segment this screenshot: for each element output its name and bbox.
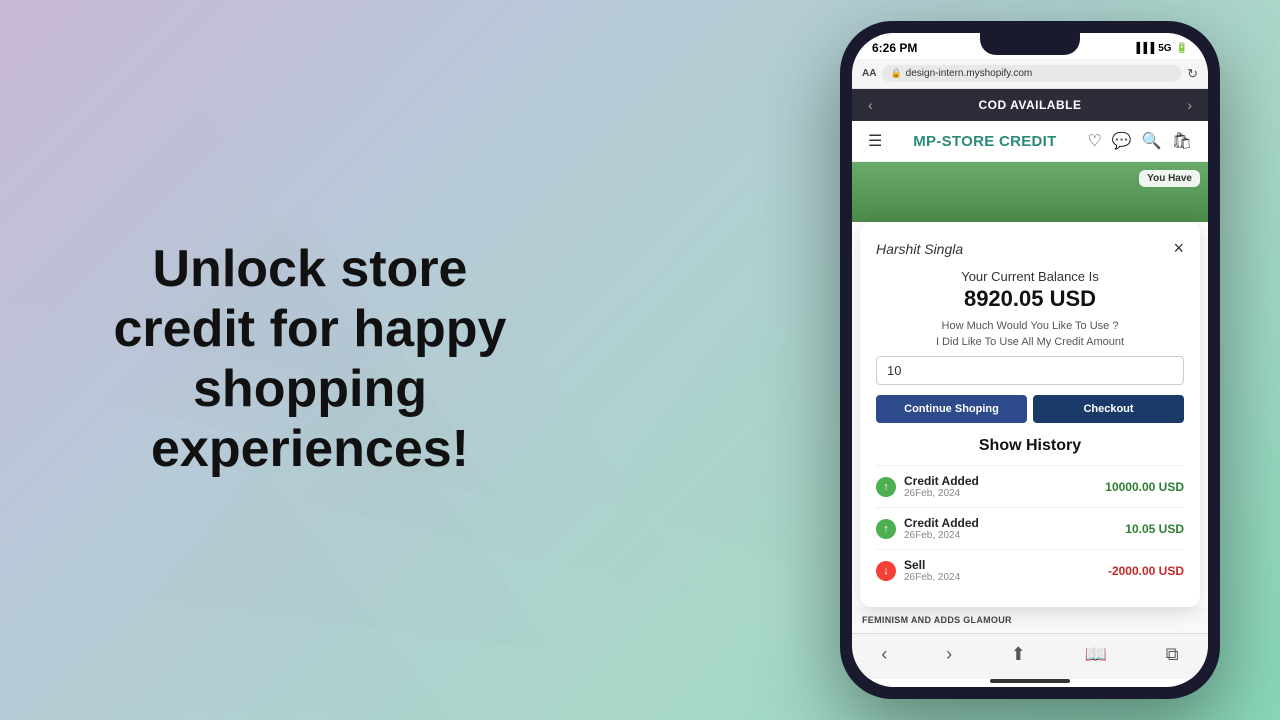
cart-icon[interactable]: 🛍 <box>1172 131 1192 151</box>
wishlist-icon[interactable]: ♡ <box>1088 131 1102 151</box>
history-item-info: Credit Added 26Feb, 2024 <box>904 474 979 499</box>
battery-icon: 🔋 <box>1176 43 1188 54</box>
modal-header: Harshit Singla × <box>876 238 1184 259</box>
hamburger-menu-icon[interactable]: ☰ <box>868 131 882 151</box>
history-item-left: ↑ Credit Added 26Feb, 2024 <box>876 474 979 499</box>
home-indicator <box>990 679 1070 683</box>
cod-right-arrow-icon[interactable]: › <box>1187 97 1192 113</box>
phone-screen: 6:26 PM ▐▐▐ 5G 🔋 AA 🔒 design-intern.mysh… <box>852 33 1208 687</box>
status-icons: ▐▐▐ 5G 🔋 <box>1133 43 1188 54</box>
history-item-label: Sell <box>904 558 960 572</box>
search-icon[interactable]: 🔍 <box>1142 131 1162 151</box>
checkout-button[interactable]: Checkout <box>1033 395 1184 423</box>
history-item-amount: 10000.00 USD <box>1105 480 1184 494</box>
browser-url-bar[interactable]: 🔒 design-intern.myshopify.com <box>882 65 1181 82</box>
browser-bar: AA 🔒 design-intern.myshopify.com ↻ <box>852 59 1208 89</box>
store-name: MP-STORE CREDIT <box>913 133 1056 150</box>
modal-use-all-text: I Did Like To Use All My Credit Amount <box>876 336 1184 348</box>
product-hero-image: You Have <box>852 162 1208 222</box>
history-item-amount: -2000.00 USD <box>1108 564 1184 578</box>
modal-balance-amount: 8920.05 USD <box>876 286 1184 312</box>
credit-added-icon-2: ↑ <box>876 519 896 539</box>
whatsapp-icon[interactable]: 💬 <box>1112 131 1132 151</box>
nav-bookmarks-icon[interactable]: 📖 <box>1085 644 1107 665</box>
history-item: ↑ Credit Added 26Feb, 2024 10000.00 USD <box>876 465 1184 507</box>
modal-close-button[interactable]: × <box>1173 238 1184 259</box>
history-item-info: Sell 26Feb, 2024 <box>904 558 960 583</box>
modal-question-text: How Much Would You Like To Use ? <box>876 320 1184 332</box>
you-have-badge: You Have <box>1139 170 1200 187</box>
hero-heading: Unlock store credit for happy shopping e… <box>80 240 540 479</box>
history-item-label: Credit Added <box>904 516 979 530</box>
nav-share-icon[interactable]: ⬆ <box>1011 644 1026 665</box>
signal-label: 5G <box>1158 43 1171 54</box>
browser-refresh-icon[interactable]: ↻ <box>1187 66 1198 82</box>
store-credit-modal: Harshit Singla × Your Current Balance Is… <box>860 222 1200 607</box>
continue-shopping-button[interactable]: Continue Shoping <box>876 395 1027 423</box>
history-item-left: ↑ Credit Added 26Feb, 2024 <box>876 516 979 541</box>
history-item-left: ↓ Sell 26Feb, 2024 <box>876 558 960 583</box>
status-time: 6:26 PM <box>872 41 917 55</box>
product-title-bar: FEMINISM AND ADDS GLAMOUR <box>852 607 1208 633</box>
history-item: ↓ Sell 26Feb, 2024 -2000.00 USD <box>876 549 1184 591</box>
cod-bar[interactable]: ‹ COD AVAILABLE › <box>852 89 1208 121</box>
store-header: ☰ MP-STORE CREDIT ♡ 💬 🔍 🛍 <box>852 121 1208 162</box>
phone-mockup: 6:26 PM ▐▐▐ 5G 🔋 AA 🔒 design-intern.mysh… <box>840 21 1220 699</box>
history-item-date: 26Feb, 2024 <box>904 572 960 583</box>
browser-navigation: ‹ › ⬆ 📖 ⧉ <box>852 633 1208 679</box>
history-item-date: 26Feb, 2024 <box>904 530 979 541</box>
lock-icon: 🔒 <box>890 68 901 79</box>
modal-user-name: Harshit Singla <box>876 241 963 257</box>
browser-aa[interactable]: AA <box>862 68 876 79</box>
product-title-text: FEMINISM AND ADDS GLAMOUR <box>862 615 1012 625</box>
cod-left-arrow-icon[interactable]: ‹ <box>868 97 873 113</box>
credit-amount-input[interactable] <box>876 356 1184 385</box>
phone-notch <box>980 33 1080 55</box>
history-item: ↑ Credit Added 26Feb, 2024 10.05 USD <box>876 507 1184 549</box>
history-item-amount: 10.05 USD <box>1125 522 1184 536</box>
history-item-date: 26Feb, 2024 <box>904 488 979 499</box>
header-action-icons: ♡ 💬 🔍 🛍 <box>1088 131 1193 151</box>
nav-tabs-icon[interactable]: ⧉ <box>1166 644 1179 665</box>
nav-forward-icon[interactable]: › <box>946 644 952 665</box>
modal-balance-label: Your Current Balance Is <box>876 269 1184 284</box>
left-section: Unlock store credit for happy shopping e… <box>0 180 620 539</box>
history-item-info: Credit Added 26Feb, 2024 <box>904 516 979 541</box>
history-section-title: Show History <box>876 437 1184 455</box>
browser-url-text: design-intern.myshopify.com <box>906 68 1033 79</box>
sell-icon: ↓ <box>876 561 896 581</box>
signal-bars-icon: ▐▐▐ <box>1133 43 1154 54</box>
nav-back-icon[interactable]: ‹ <box>881 644 887 665</box>
history-item-label: Credit Added <box>904 474 979 488</box>
credit-added-icon: ↑ <box>876 477 896 497</box>
cod-text: COD AVAILABLE <box>979 98 1082 112</box>
phone-frame: 6:26 PM ▐▐▐ 5G 🔋 AA 🔒 design-intern.mysh… <box>840 21 1220 699</box>
modal-action-buttons: Continue Shoping Checkout <box>876 395 1184 423</box>
